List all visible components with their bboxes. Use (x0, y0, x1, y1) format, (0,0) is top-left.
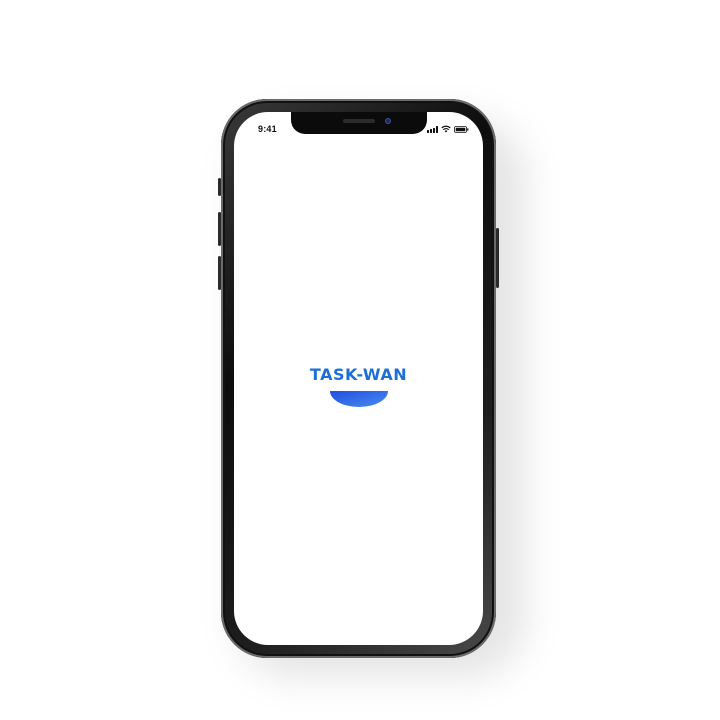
splash-logo: TASK-WAN (234, 366, 483, 407)
status-time: 9:41 (258, 124, 277, 134)
wifi-icon (441, 125, 451, 133)
mockup-stage: 9:41 TASK-WAN (0, 0, 720, 720)
phone-screen: 9:41 TASK-WAN (234, 112, 483, 645)
battery-icon (454, 126, 469, 133)
notch (291, 112, 427, 134)
half-circle-bowl-icon (329, 391, 388, 407)
power-button (496, 228, 499, 288)
cellular-signal-icon (427, 126, 438, 133)
earpiece-speaker (343, 119, 375, 123)
app-logo-text: TASK-WAN (309, 365, 408, 384)
front-camera (385, 118, 391, 124)
status-icons (427, 124, 469, 133)
